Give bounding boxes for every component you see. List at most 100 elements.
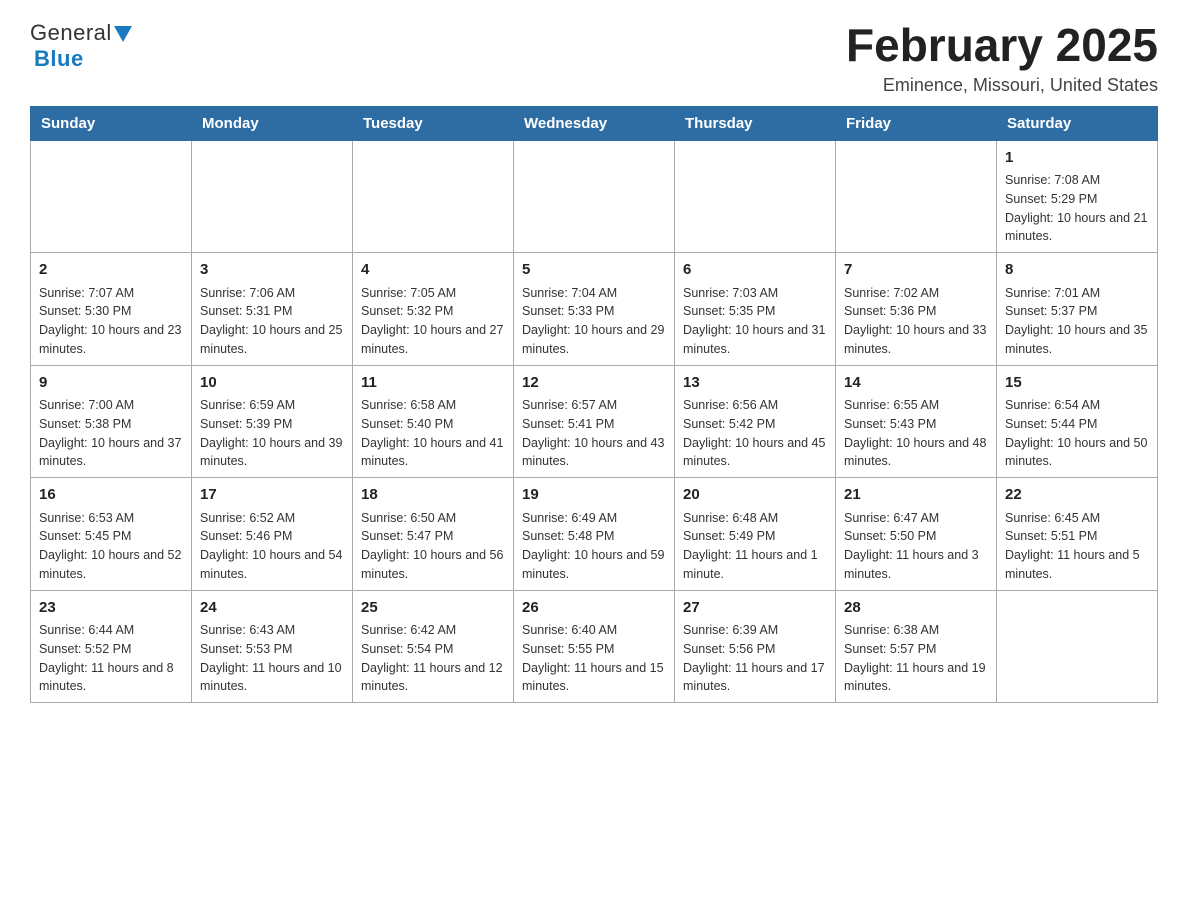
- daylight-text: Daylight: 10 hours and 23 minutes.: [39, 321, 183, 359]
- calendar-title: February 2025: [846, 20, 1158, 71]
- sunrise-text: Sunrise: 6:44 AM: [39, 621, 183, 640]
- calendar-cell: 26Sunrise: 6:40 AMSunset: 5:55 PMDayligh…: [514, 590, 675, 703]
- daylight-text: Daylight: 11 hours and 19 minutes.: [844, 659, 988, 697]
- calendar-cell: 15Sunrise: 6:54 AMSunset: 5:44 PMDayligh…: [997, 365, 1158, 478]
- sunrise-text: Sunrise: 6:49 AM: [522, 509, 666, 528]
- daylight-text: Daylight: 11 hours and 5 minutes.: [1005, 546, 1149, 584]
- daylight-text: Daylight: 10 hours and 31 minutes.: [683, 321, 827, 359]
- sunrise-text: Sunrise: 7:01 AM: [1005, 284, 1149, 303]
- daylight-text: Daylight: 10 hours and 48 minutes.: [844, 434, 988, 472]
- sunset-text: Sunset: 5:48 PM: [522, 527, 666, 546]
- day-header-wednesday: Wednesday: [514, 106, 675, 140]
- week-row-2: 2Sunrise: 7:07 AMSunset: 5:30 PMDaylight…: [31, 253, 1158, 366]
- calendar-cell: [31, 140, 192, 253]
- logo-arrow-icon: [114, 26, 132, 42]
- calendar-cell: 19Sunrise: 6:49 AMSunset: 5:48 PMDayligh…: [514, 478, 675, 591]
- logo: General Blue: [30, 20, 132, 72]
- sunrise-text: Sunrise: 6:45 AM: [1005, 509, 1149, 528]
- week-row-1: 1Sunrise: 7:08 AMSunset: 5:29 PMDaylight…: [31, 140, 1158, 253]
- day-number: 5: [522, 259, 666, 282]
- sunset-text: Sunset: 5:55 PM: [522, 640, 666, 659]
- sunset-text: Sunset: 5:46 PM: [200, 527, 344, 546]
- daylight-text: Daylight: 10 hours and 39 minutes.: [200, 434, 344, 472]
- calendar-cell: 13Sunrise: 6:56 AMSunset: 5:42 PMDayligh…: [675, 365, 836, 478]
- sunset-text: Sunset: 5:56 PM: [683, 640, 827, 659]
- daylight-text: Daylight: 11 hours and 10 minutes.: [200, 659, 344, 697]
- calendar-header-row: SundayMondayTuesdayWednesdayThursdayFrid…: [31, 106, 1158, 140]
- daylight-text: Daylight: 10 hours and 21 minutes.: [1005, 209, 1149, 247]
- daylight-text: Daylight: 10 hours and 25 minutes.: [200, 321, 344, 359]
- daylight-text: Daylight: 10 hours and 50 minutes.: [1005, 434, 1149, 472]
- sunset-text: Sunset: 5:39 PM: [200, 415, 344, 434]
- sunrise-text: Sunrise: 6:52 AM: [200, 509, 344, 528]
- calendar-cell: 20Sunrise: 6:48 AMSunset: 5:49 PMDayligh…: [675, 478, 836, 591]
- sunset-text: Sunset: 5:51 PM: [1005, 527, 1149, 546]
- page-header: General Blue February 2025 Eminence, Mis…: [30, 20, 1158, 96]
- day-number: 4: [361, 259, 505, 282]
- sunset-text: Sunset: 5:41 PM: [522, 415, 666, 434]
- calendar-cell: 27Sunrise: 6:39 AMSunset: 5:56 PMDayligh…: [675, 590, 836, 703]
- calendar-cell: 1Sunrise: 7:08 AMSunset: 5:29 PMDaylight…: [997, 140, 1158, 253]
- daylight-text: Daylight: 10 hours and 29 minutes.: [522, 321, 666, 359]
- sunrise-text: Sunrise: 6:59 AM: [200, 396, 344, 415]
- sunrise-text: Sunrise: 6:39 AM: [683, 621, 827, 640]
- calendar-cell: [514, 140, 675, 253]
- calendar-table: SundayMondayTuesdayWednesdayThursdayFrid…: [30, 106, 1158, 704]
- day-number: 7: [844, 259, 988, 282]
- sunset-text: Sunset: 5:43 PM: [844, 415, 988, 434]
- calendar-cell: 6Sunrise: 7:03 AMSunset: 5:35 PMDaylight…: [675, 253, 836, 366]
- calendar-cell: 4Sunrise: 7:05 AMSunset: 5:32 PMDaylight…: [353, 253, 514, 366]
- calendar-cell: 17Sunrise: 6:52 AMSunset: 5:46 PMDayligh…: [192, 478, 353, 591]
- calendar-cell: 22 Sunrise: 6:45 AMSunset: 5:51 PMDayligh…: [997, 478, 1158, 591]
- calendar-cell: 5Sunrise: 7:04 AMSunset: 5:33 PMDaylight…: [514, 253, 675, 366]
- sunset-text: Sunset: 5:45 PM: [39, 527, 183, 546]
- sunset-text: Sunset: 5:47 PM: [361, 527, 505, 546]
- calendar-cell: 18Sunrise: 6:50 AMSunset: 5:47 PMDayligh…: [353, 478, 514, 591]
- sunset-text: Sunset: 5:30 PM: [39, 302, 183, 321]
- daylight-text: Daylight: 10 hours and 35 minutes.: [1005, 321, 1149, 359]
- calendar-cell: 9Sunrise: 7:00 AMSunset: 5:38 PMDaylight…: [31, 365, 192, 478]
- sunrise-text: Sunrise: 7:07 AM: [39, 284, 183, 303]
- sunset-text: Sunset: 5:54 PM: [361, 640, 505, 659]
- daylight-text: Daylight: 10 hours and 54 minutes.: [200, 546, 344, 584]
- sunset-text: Sunset: 5:42 PM: [683, 415, 827, 434]
- daylight-text: Daylight: 11 hours and 12 minutes.: [361, 659, 505, 697]
- sunrise-text: Sunrise: 7:02 AM: [844, 284, 988, 303]
- day-header-monday: Monday: [192, 106, 353, 140]
- week-row-4: 16 Sunrise: 6:53 AMSunset: 5:45 PM Dayligh…: [31, 478, 1158, 591]
- sunset-text: Sunset: 5:38 PM: [39, 415, 183, 434]
- day-header-saturday: Saturday: [997, 106, 1158, 140]
- sunrise-text: Sunrise: 6:57 AM: [522, 396, 666, 415]
- daylight-text: Daylight: 11 hours and 1 minute.: [683, 546, 827, 584]
- day-number: 20: [683, 484, 827, 507]
- day-number: 22: [1005, 484, 1149, 507]
- sunrise-text: Sunrise: 6:53 AM: [39, 509, 183, 528]
- sunset-text: Sunset: 5:37 PM: [1005, 302, 1149, 321]
- sunrise-text: Sunrise: 6:50 AM: [361, 509, 505, 528]
- sunrise-text: Sunrise: 6:40 AM: [522, 621, 666, 640]
- sunrise-text: Sunrise: 6:54 AM: [1005, 396, 1149, 415]
- calendar-cell: 25Sunrise: 6:42 AMSunset: 5:54 PMDayligh…: [353, 590, 514, 703]
- week-row-5: 23Sunrise: 6:44 AMSunset: 5:52 PMDayligh…: [31, 590, 1158, 703]
- day-number: 26: [522, 597, 666, 620]
- calendar-cell: 16Sunrise: 6:53 AMSunset: 5:45 PMDayligh…: [31, 478, 192, 591]
- sunrise-text: Sunrise: 6:43 AM: [200, 621, 344, 640]
- logo-blue-text: Blue: [34, 46, 84, 71]
- calendar-cell: [353, 140, 514, 253]
- calendar-cell: [192, 140, 353, 253]
- sunrise-text: Sunrise: 7:03 AM: [683, 284, 827, 303]
- day-number: 13: [683, 372, 827, 395]
- day-header-thursday: Thursday: [675, 106, 836, 140]
- sunset-text: Sunset: 5:57 PM: [844, 640, 988, 659]
- day-number: 2: [39, 259, 183, 282]
- calendar-cell: 8Sunrise: 7:01 AMSunset: 5:37 PMDaylight…: [997, 253, 1158, 366]
- daylight-text: Daylight: 10 hours and 43 minutes.: [522, 434, 666, 472]
- day-number: 21: [844, 484, 988, 507]
- sunrise-text: Sunrise: 7:00 AM: [39, 396, 183, 415]
- sunrise-text: Sunrise: 6:47 AM: [844, 509, 988, 528]
- calendar-cell: 21Sunrise: 6:47 AMSunset: 5:50 PMDayligh…: [836, 478, 997, 591]
- day-number: 10: [200, 372, 344, 395]
- sunrise-text: Sunrise: 6:58 AM: [361, 396, 505, 415]
- calendar-cell: 24Sunrise: 6:43 AMSunset: 5:53 PMDayligh…: [192, 590, 353, 703]
- day-number: 16: [39, 484, 183, 507]
